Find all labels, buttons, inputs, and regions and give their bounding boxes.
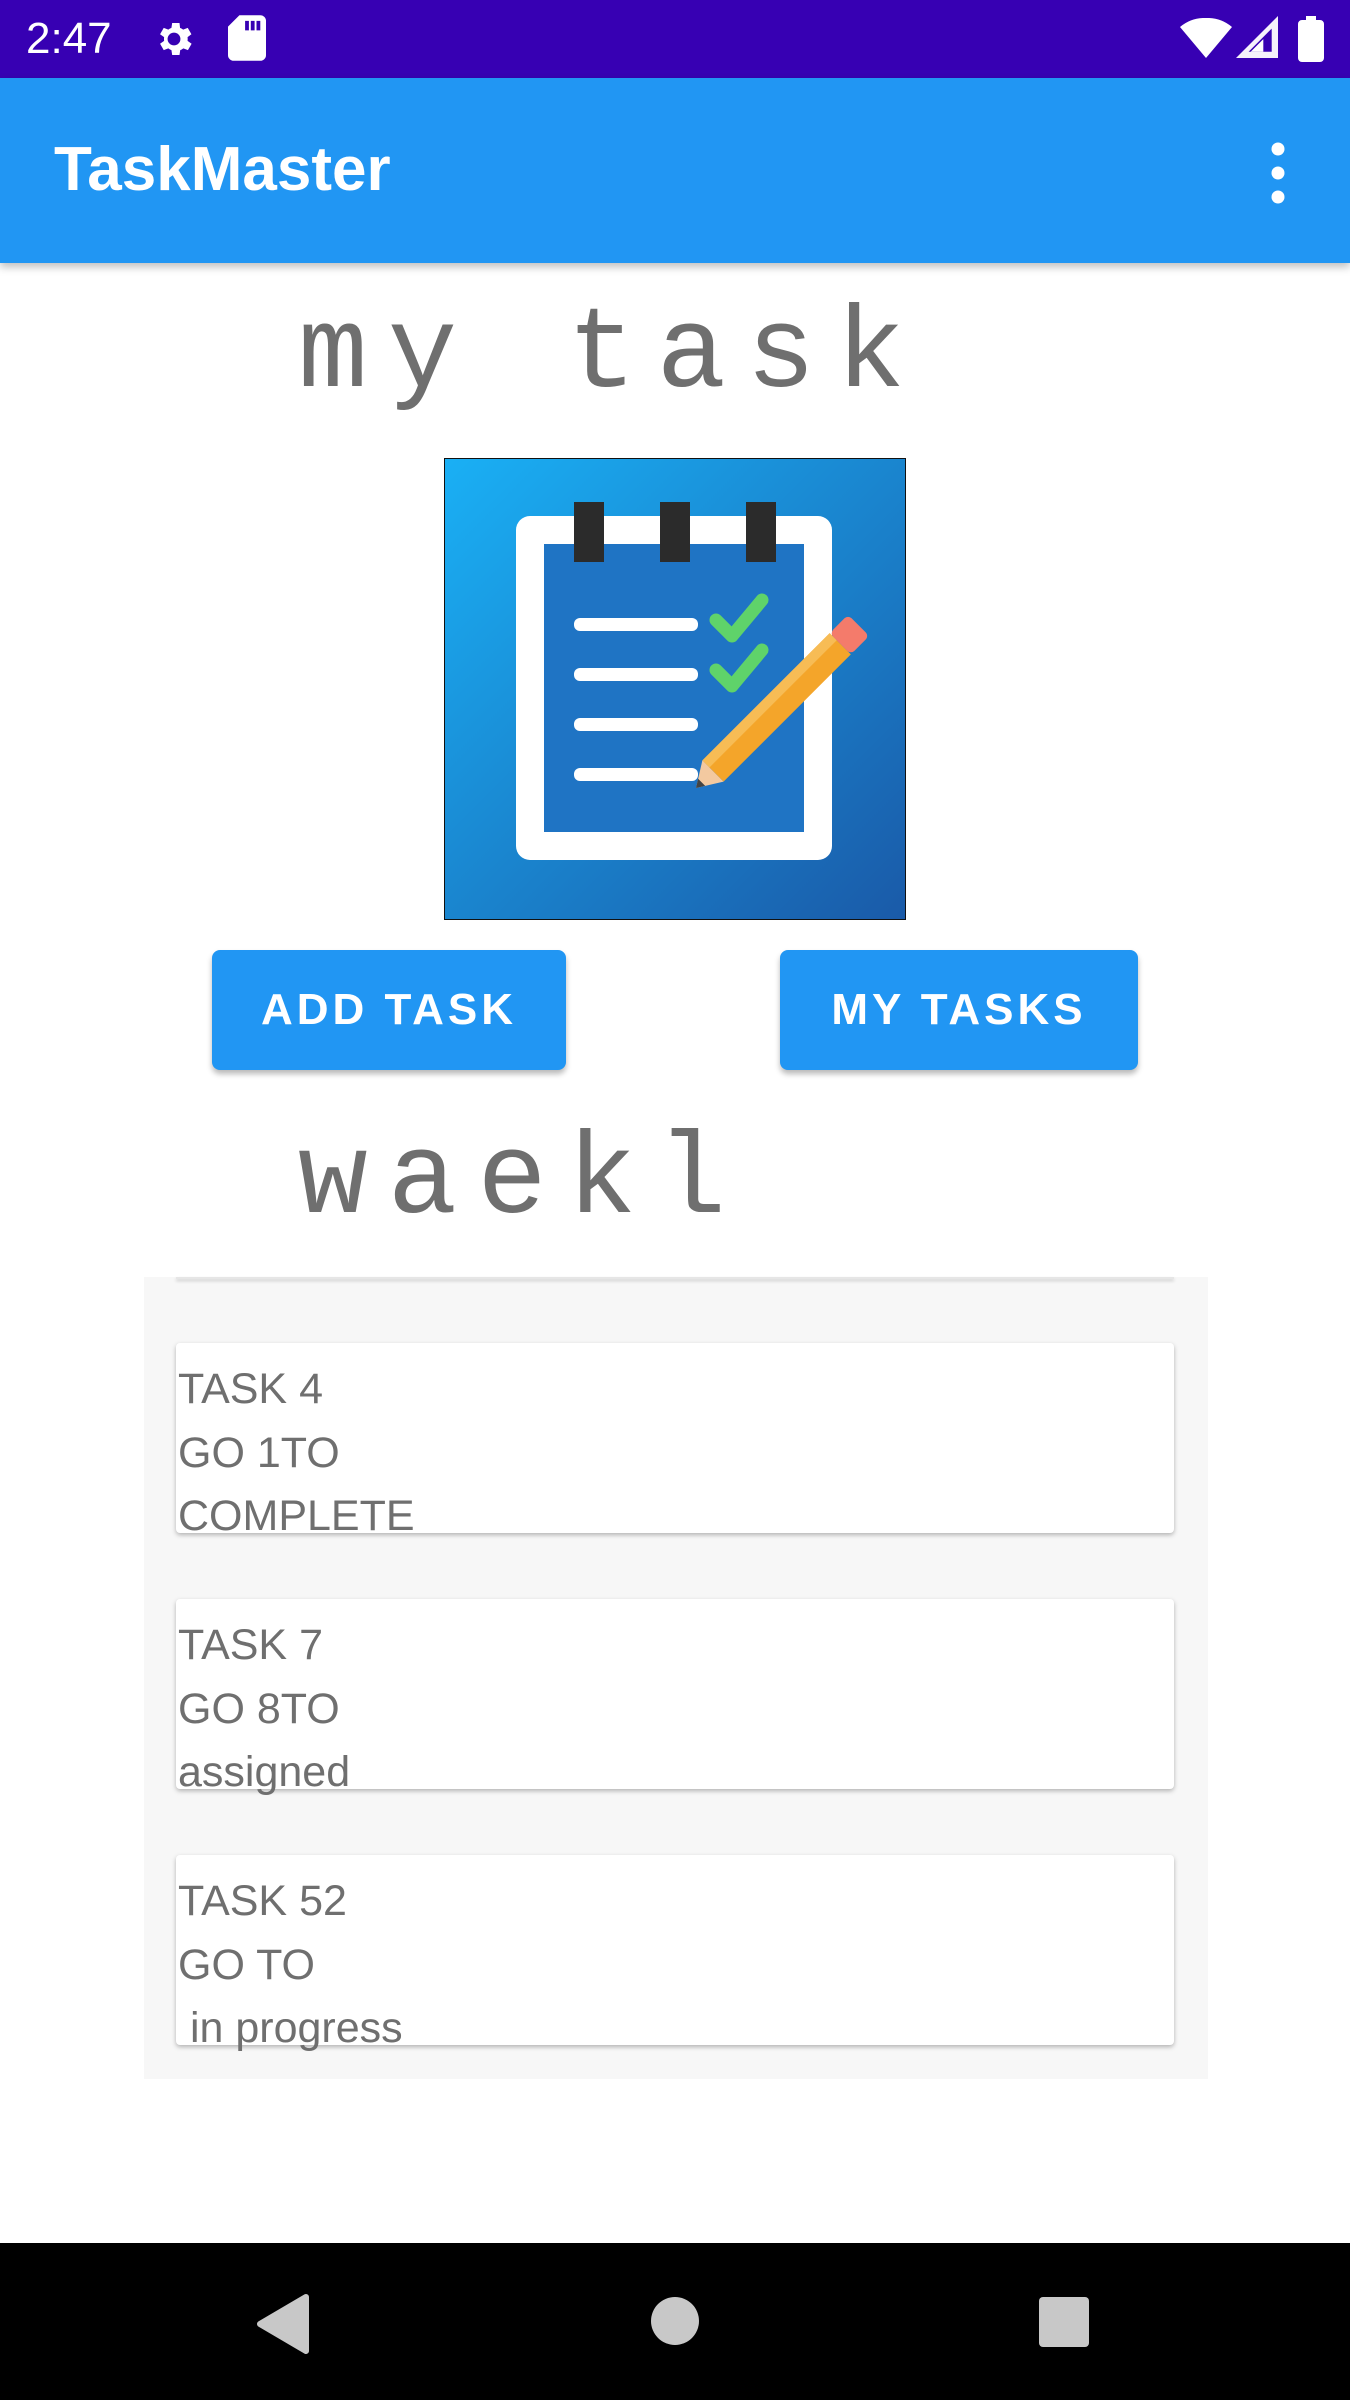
task-title: TASK 52 [178, 1877, 347, 1925]
task-body: GO TO [178, 1941, 315, 1989]
status-time: 2:47 [26, 14, 112, 63]
notepad-checklist-pencil-icon [444, 458, 906, 920]
task-state: COMPLETE [178, 1492, 415, 1540]
username-label: waekl [298, 1115, 747, 1247]
my-tasks-button[interactable]: MY TASKS [780, 950, 1138, 1070]
task-body: GO 1TO [178, 1429, 340, 1477]
task-title: TASK 7 [178, 1621, 323, 1669]
add-task-button[interactable]: ADD TASK [212, 950, 566, 1070]
gear-icon [160, 23, 192, 55]
battery-icon [1298, 16, 1324, 62]
task-state: in progress [178, 2004, 403, 2052]
back-icon[interactable] [254, 2293, 310, 2355]
more-vert-icon[interactable] [1256, 138, 1300, 208]
page-title: my task [298, 289, 926, 421]
task-list[interactable]: TASK 4 GO 1TO COMPLETE TASK 7 GO 8TO ass… [144, 1277, 1208, 2079]
navigation-bar [0, 2243, 1350, 2400]
app-title: TaskMaster [54, 135, 391, 204]
wifi-icon [1180, 18, 1232, 58]
task-card[interactable]: TASK 4 GO 1TO COMPLETE [176, 1343, 1174, 1540]
signal-icon [1236, 16, 1278, 58]
task-title: TASK 4 [178, 1365, 323, 1413]
app-bar: TaskMaster [0, 78, 1350, 263]
task-body: GO 8TO [178, 1685, 340, 1733]
list-item [176, 1277, 1174, 1279]
task-state: assigned [178, 1748, 351, 1796]
task-card[interactable]: TASK 7 GO 8TO assigned [176, 1599, 1174, 1796]
home-icon[interactable] [650, 2296, 700, 2346]
recents-icon[interactable] [1038, 2296, 1090, 2348]
task-card[interactable]: TASK 52 GO TO in progress [176, 1855, 1174, 2052]
sd-card-icon [228, 15, 266, 61]
status-bar: 2:47 [0, 0, 1350, 78]
